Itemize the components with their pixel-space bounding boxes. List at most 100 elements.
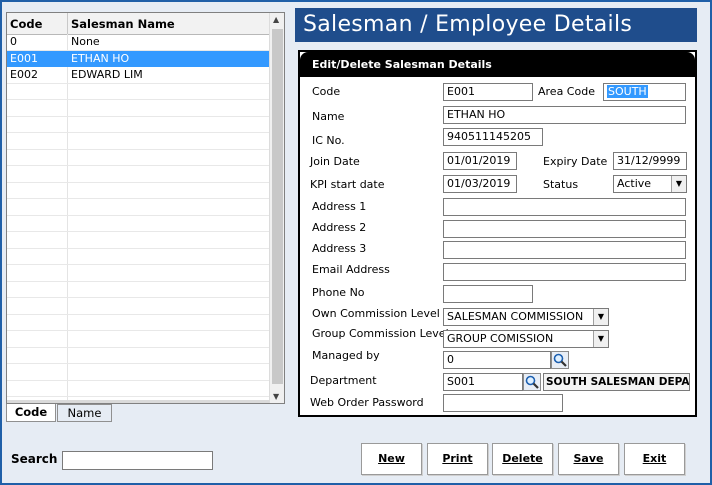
table-row[interactable]: E002 EDWARD LIM xyxy=(7,67,269,84)
department-field[interactable]: S001 xyxy=(443,373,523,391)
table-row[interactable] xyxy=(7,281,269,298)
table-row[interactable] xyxy=(7,149,269,166)
address2-field[interactable] xyxy=(443,220,686,238)
grid-rows: 0 None E001 ETHAN HO E002 EDWARD LIM xyxy=(7,34,269,403)
delete-button[interactable]: Delete xyxy=(492,443,553,475)
new-button[interactable]: New xyxy=(361,443,422,475)
name-field[interactable]: ETHAN HO xyxy=(443,106,686,124)
exit-button-label: Exit xyxy=(642,452,667,465)
delete-button-label: Delete xyxy=(502,452,543,465)
kpi-start-date-field[interactable]: 01/03/2019 xyxy=(443,175,517,193)
grid-header: Code Salesman Name xyxy=(7,13,269,35)
department-search-button[interactable] xyxy=(523,373,541,391)
col-header-code[interactable]: Code xyxy=(10,17,42,31)
table-row[interactable] xyxy=(7,199,269,216)
table-row[interactable] xyxy=(7,364,269,381)
table-row[interactable]: 0 None xyxy=(7,34,269,51)
table-row[interactable] xyxy=(7,265,269,282)
table-row[interactable] xyxy=(7,133,269,150)
grid-vertical-scrollbar[interactable]: ▲ ▼ xyxy=(269,13,284,403)
print-button[interactable]: Print xyxy=(427,443,488,475)
join-date-field[interactable]: 01/01/2019 xyxy=(443,152,517,170)
table-row[interactable] xyxy=(7,116,269,133)
search-icon xyxy=(553,353,567,367)
table-row[interactable] xyxy=(7,215,269,232)
row-name: None xyxy=(71,35,100,48)
address1-label: Address 1 xyxy=(312,200,367,213)
ic-no-label: IC No. xyxy=(312,134,345,147)
status-label: Status xyxy=(543,178,579,191)
table-row[interactable] xyxy=(7,347,269,364)
ic-no-field[interactable]: 940511145205 xyxy=(443,128,543,146)
status-value: Active xyxy=(617,177,652,190)
expiry-date-field[interactable]: 31/12/9999 xyxy=(613,152,687,170)
chevron-down-icon[interactable]: ▼ xyxy=(671,176,686,192)
table-row[interactable] xyxy=(7,331,269,348)
table-row[interactable] xyxy=(7,182,269,199)
table-row[interactable] xyxy=(7,83,269,100)
area-code-label: Area Code xyxy=(538,85,595,98)
table-row[interactable] xyxy=(7,298,269,315)
join-date-label: Join Date xyxy=(310,155,360,168)
group-commission-select[interactable]: GROUP COMISSION ▼ xyxy=(443,330,609,348)
exit-button[interactable]: Exit xyxy=(624,443,685,475)
table-row[interactable] xyxy=(7,232,269,249)
managed-by-field[interactable]: 0 xyxy=(443,351,551,369)
email-label: Email Address xyxy=(312,263,390,276)
tab-code[interactable]: Code xyxy=(6,404,56,422)
department-label: Department xyxy=(310,374,377,387)
name-label: Name xyxy=(312,110,345,123)
area-code-field[interactable]: SOUTH xyxy=(603,83,686,101)
kpi-start-date-label: KPI start date xyxy=(310,178,385,191)
table-row[interactable] xyxy=(7,380,269,397)
web-order-password-label: Web Order Password xyxy=(310,396,424,409)
managed-by-search-button[interactable] xyxy=(551,351,569,369)
own-commission-select[interactable]: SALESMAN COMMISSION ▼ xyxy=(443,308,609,326)
managed-by-label: Managed by xyxy=(312,349,380,362)
scroll-thumb[interactable] xyxy=(272,29,283,384)
salesman-grid[interactable]: Code Salesman Name 0 None E001 ETHAN HO E002… xyxy=(6,12,285,404)
search-icon xyxy=(525,375,539,389)
save-button[interactable]: Save xyxy=(558,443,619,475)
print-button-label: Print xyxy=(442,452,473,465)
table-row[interactable] xyxy=(7,248,269,265)
code-field[interactable]: E001 xyxy=(443,83,533,101)
save-button-label: Save xyxy=(573,452,604,465)
table-row[interactable] xyxy=(7,100,269,117)
row-name: EDWARD LIM xyxy=(71,68,143,81)
row-code: E002 xyxy=(10,68,38,81)
area-code-value: SOUTH xyxy=(607,85,648,98)
col-header-name[interactable]: Salesman Name xyxy=(71,17,175,31)
table-row[interactable] xyxy=(7,166,269,183)
own-commission-label: Own Commission Level xyxy=(312,307,440,320)
group-commission-label: Group Commission Level xyxy=(312,327,449,340)
status-select[interactable]: Active ▼ xyxy=(613,175,687,193)
table-row[interactable] xyxy=(7,314,269,331)
row-code: 0 xyxy=(10,35,17,48)
address1-field[interactable] xyxy=(443,198,686,216)
grid-horizontal-scrollbar[interactable] xyxy=(7,400,269,403)
scroll-up-icon[interactable]: ▲ xyxy=(273,15,279,24)
group-commission-value: GROUP COMISSION xyxy=(447,332,554,345)
address2-label: Address 2 xyxy=(312,221,367,234)
scroll-down-icon[interactable]: ▼ xyxy=(273,392,279,401)
department-name-display: SOUTH SALESMAN DEPARTM xyxy=(543,373,690,391)
row-code: E001 xyxy=(10,51,38,65)
new-button-label: New xyxy=(378,452,405,465)
phone-field[interactable] xyxy=(443,285,533,303)
search-input[interactable] xyxy=(62,451,213,470)
chevron-down-icon[interactable]: ▼ xyxy=(593,309,608,325)
own-commission-value: SALESMAN COMMISSION xyxy=(447,310,584,323)
chevron-down-icon[interactable]: ▼ xyxy=(593,331,608,347)
code-label: Code xyxy=(312,85,341,98)
expiry-date-label: Expiry Date xyxy=(543,155,608,168)
edit-salesman-panel: Edit/Delete Salesman Details Code E001 A… xyxy=(298,50,697,417)
row-name: ETHAN HO xyxy=(71,51,130,65)
email-field[interactable] xyxy=(443,263,686,281)
address3-field[interactable] xyxy=(443,241,686,259)
tab-name[interactable]: Name xyxy=(57,404,112,422)
web-order-password-field[interactable] xyxy=(443,394,563,412)
panel-header: Edit/Delete Salesman Details xyxy=(300,52,695,77)
address3-label: Address 3 xyxy=(312,242,367,255)
table-row[interactable]: E001 ETHAN HO xyxy=(7,50,269,67)
